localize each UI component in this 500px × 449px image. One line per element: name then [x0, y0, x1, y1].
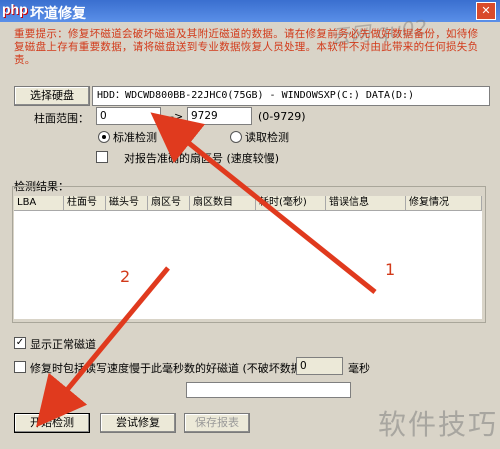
watermark: 软件技巧	[377, 408, 498, 441]
annotation-number: 2	[120, 267, 131, 286]
arrow-to-standard-check	[150, 112, 377, 294]
arrow-to-start-button	[36, 266, 170, 428]
annotation-arrows	[36, 112, 377, 428]
annotation-number: 1	[385, 260, 396, 279]
